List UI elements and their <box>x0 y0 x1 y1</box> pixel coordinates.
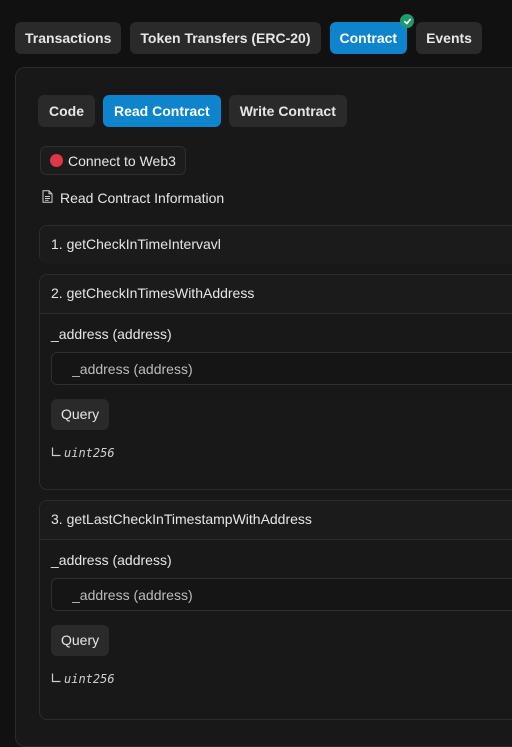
contract-subtabs: Code Read Contract Write Contract <box>38 95 347 127</box>
contract-panel: Code Read Contract Write Contract Connec… <box>15 67 512 747</box>
output-type-label: uint256 <box>64 672 115 686</box>
param-label: _address (address) <box>51 326 172 342</box>
document-icon <box>42 190 53 206</box>
address-input[interactable] <box>51 578 512 611</box>
function-item: 3. getLastCheckInTimestampWithAddress _a… <box>39 500 512 720</box>
tab-contract-label: Contract <box>339 30 398 46</box>
query-button[interactable]: Query <box>51 399 110 430</box>
function-header[interactable]: 2. getCheckInTimesWithAddress <box>40 275 512 313</box>
corner-arrow-icon <box>51 446 61 460</box>
subtab-read-contract[interactable]: Read Contract <box>103 95 221 127</box>
status-dot-icon <box>50 154 63 167</box>
tab-token-transfers[interactable]: Token Transfers (ERC-20) <box>130 22 321 54</box>
output-type: uint256 <box>51 672 115 686</box>
output-type: uint256 <box>51 446 115 460</box>
read-contract-heading-label: Read Contract Information <box>60 190 225 206</box>
tab-contract[interactable]: Contract <box>329 14 415 54</box>
subtab-write-contract[interactable]: Write Contract <box>228 95 347 127</box>
function-body: _address (address) Query uint256 <box>40 313 512 460</box>
output-type-label: uint256 <box>64 446 115 460</box>
read-contract-heading: Read Contract Information <box>42 190 224 206</box>
check-icon <box>400 14 415 28</box>
param-label: _address (address) <box>51 552 172 568</box>
corner-arrow-icon <box>51 672 61 686</box>
top-tabbar: Transactions Token Transfers (ERC-20) Co… <box>15 14 482 54</box>
connect-web3-button[interactable]: Connect to Web3 <box>40 146 186 175</box>
connect-web3-label: Connect to Web3 <box>68 152 176 169</box>
query-button[interactable]: Query <box>51 625 110 656</box>
tab-events[interactable]: Events <box>416 22 482 54</box>
function-item: 1. getCheckInTimeIntervavl <box>39 225 512 264</box>
function-body: _address (address) Query uint256 <box>40 539 512 686</box>
address-input[interactable] <box>51 352 512 385</box>
function-header[interactable]: 3. getLastCheckInTimestampWithAddress <box>40 501 512 539</box>
function-item: 2. getCheckInTimesWithAddress _address (… <box>39 274 512 490</box>
subtab-code[interactable]: Code <box>38 95 95 127</box>
tab-transactions[interactable]: Transactions <box>15 22 122 54</box>
function-header[interactable]: 1. getCheckInTimeIntervavl <box>40 226 512 264</box>
